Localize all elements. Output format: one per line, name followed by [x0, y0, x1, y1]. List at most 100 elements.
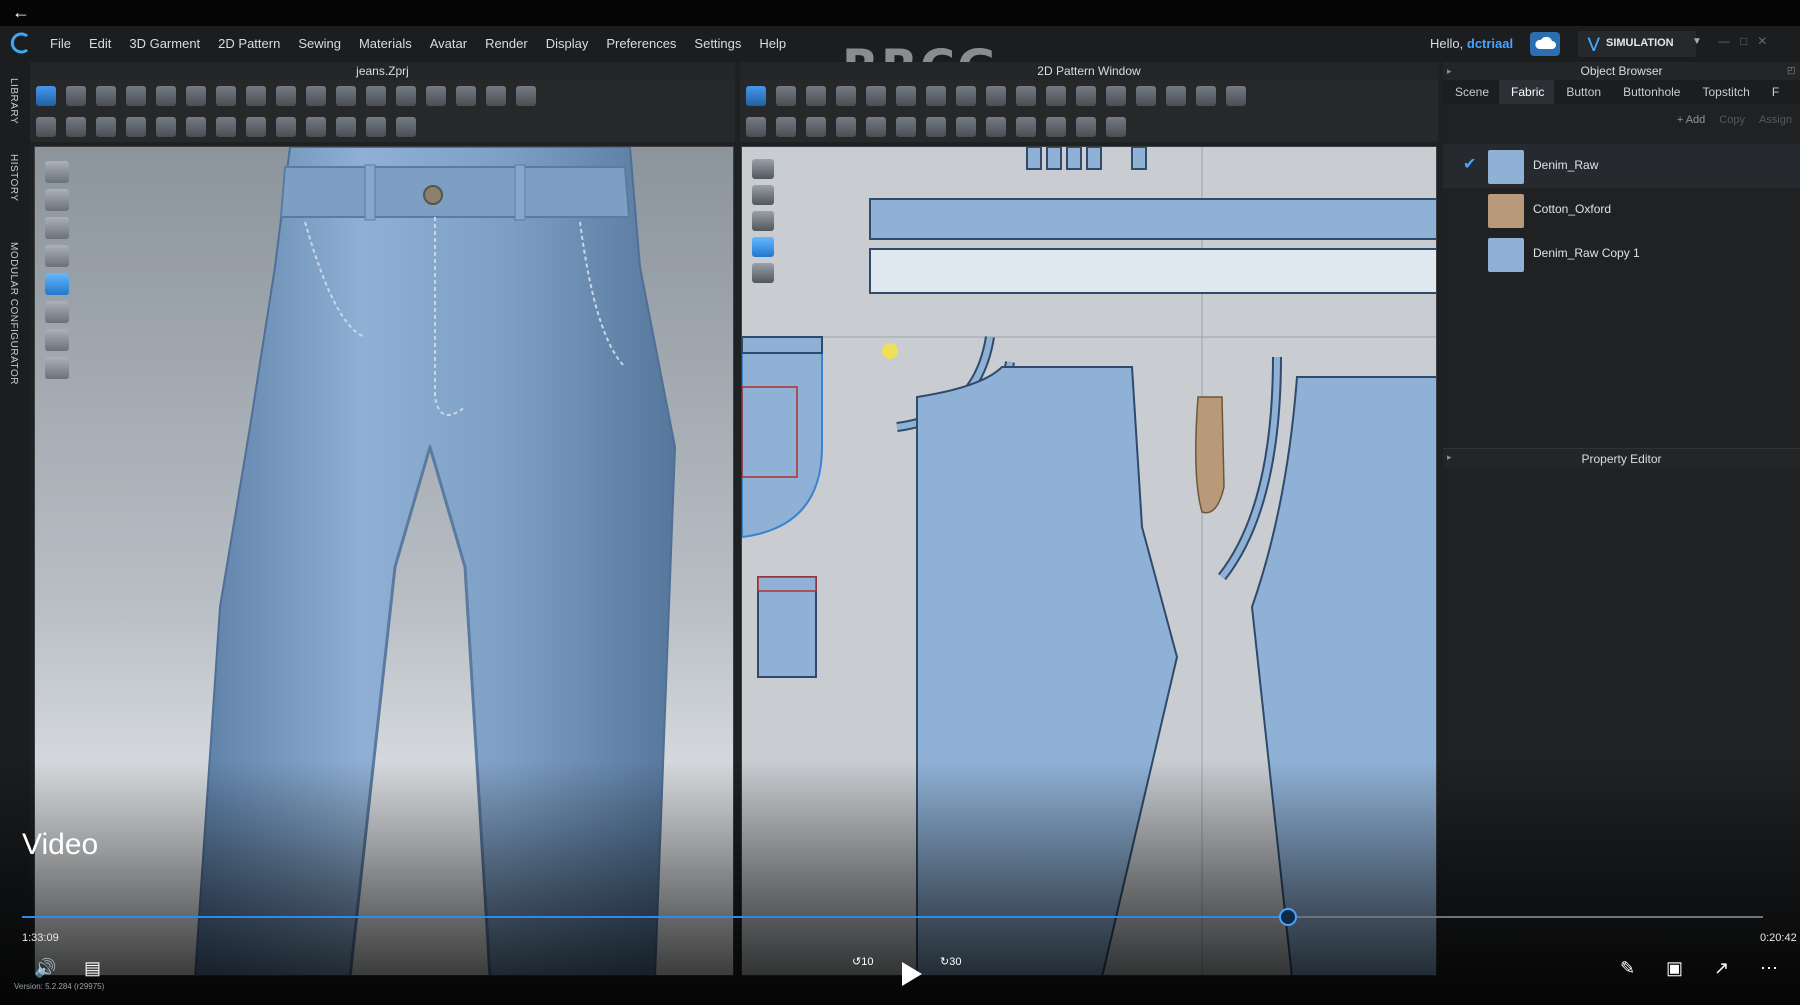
free-sewing-2d-icon[interactable] [776, 116, 796, 137]
trim-icon[interactable] [426, 85, 446, 106]
tack-icon[interactable] [186, 85, 206, 106]
menu-edit[interactable]: Edit [89, 36, 111, 51]
pose-icon[interactable] [276, 116, 296, 137]
fabric-item-denim-raw[interactable]: ✔ Denim_Raw [1443, 144, 1800, 188]
tab-more[interactable]: F [1760, 80, 1789, 104]
measure-2d-icon[interactable] [1106, 116, 1126, 137]
edit-texture-2d-icon[interactable] [1196, 85, 1216, 106]
cloud-button[interactable] [1530, 32, 1560, 56]
miniplayer-icon[interactable]: ▣ [1666, 958, 1683, 979]
zipper-icon[interactable] [366, 85, 386, 106]
pattern-sewing-view-icon[interactable] [752, 263, 774, 283]
menu-settings[interactable]: Settings [694, 36, 741, 51]
skip-forward-button[interactable]: ↻30 [940, 955, 961, 968]
flatten-icon[interactable] [186, 116, 206, 137]
edit-curvature-icon[interactable] [806, 85, 826, 106]
segment-sewing-icon[interactable] [216, 85, 236, 106]
seam-allowance-icon[interactable] [1076, 85, 1096, 106]
tab-library[interactable]: LIBRARY [8, 78, 19, 124]
tab-modular-configurator[interactable]: MODULAR CONFIGURATOR [8, 242, 19, 385]
topstitch-icon[interactable] [986, 116, 1006, 137]
tab-scene[interactable]: Scene [1443, 80, 1499, 104]
texture-edit-icon[interactable] [486, 85, 506, 106]
strengthen-icon[interactable] [36, 116, 56, 137]
polygon-icon[interactable] [836, 85, 856, 106]
elastic-icon[interactable] [926, 116, 946, 137]
tuck-icon[interactable] [866, 116, 886, 137]
button-tool-icon[interactable] [396, 85, 416, 106]
close-icon[interactable]: ✕ [1757, 34, 1767, 48]
fabric-weight-icon[interactable] [336, 116, 356, 137]
menu-display[interactable]: Display [546, 36, 589, 51]
edit-sewing-icon[interactable] [896, 116, 916, 137]
pattern-info-icon[interactable] [752, 211, 774, 231]
segment-sewing-2d-icon[interactable] [746, 116, 766, 137]
pattern-texture-icon[interactable] [752, 237, 774, 257]
transform-icon[interactable] [96, 85, 116, 106]
grading-icon[interactable] [1166, 85, 1186, 106]
notch-icon[interactable] [1046, 85, 1066, 106]
drape-icon[interactable] [246, 116, 266, 137]
pen-icon[interactable]: ✎ [1620, 958, 1635, 979]
simulation-dropdown-icon[interactable]: ▼ [1692, 36, 1702, 47]
menu-materials[interactable]: Materials [359, 36, 412, 51]
pattern-grid-icon[interactable] [752, 185, 774, 205]
exit-fullscreen-icon[interactable]: ↗ [1714, 958, 1729, 979]
select-mesh-icon[interactable] [36, 85, 56, 106]
m-n-sewing-icon[interactable] [806, 116, 826, 137]
volume-icon[interactable]: 🔊 [34, 958, 56, 979]
captions-icon[interactable]: ▤ [84, 958, 101, 979]
assign-fabric-button[interactable]: Assign [1759, 114, 1792, 126]
menu-render[interactable]: Render [485, 36, 528, 51]
copy-fabric-button[interactable]: Copy [1719, 114, 1745, 126]
internal-line-icon[interactable] [926, 85, 946, 106]
panel-float-icon[interactable]: ◰ [1787, 65, 1796, 76]
pin-2d-icon[interactable] [1226, 85, 1246, 106]
measure-icon[interactable] [456, 85, 476, 106]
lasso-icon[interactable] [516, 85, 536, 106]
pen-3d-icon[interactable] [96, 116, 116, 137]
tab-fabric[interactable]: Fabric [1499, 80, 1555, 104]
menu-preferences[interactable]: Preferences [606, 36, 676, 51]
menu-avatar[interactable]: Avatar [430, 36, 467, 51]
transform-pattern-icon[interactable] [746, 85, 766, 106]
more-options-icon[interactable]: ⋯ [1760, 958, 1778, 979]
fabric-item-denim-raw-copy[interactable]: Denim_Raw Copy 1 [1443, 232, 1800, 276]
layer-icon[interactable] [366, 116, 386, 137]
minimize-icon[interactable]: — [1718, 34, 1730, 48]
garment-fit-icon[interactable] [306, 85, 326, 106]
skip-back-button[interactable]: ↺10 [852, 955, 873, 968]
shirring-icon[interactable] [66, 116, 86, 137]
check-sewing-icon[interactable] [836, 116, 856, 137]
unfold-icon[interactable] [1016, 85, 1036, 106]
free-topstitch-icon[interactable] [1046, 116, 1066, 137]
edit-pattern-icon[interactable] [776, 85, 796, 106]
pattern-view-icon[interactable] [752, 159, 774, 179]
text-icon[interactable] [1106, 85, 1126, 106]
property-editor-collapse-icon[interactable]: ▸ [1447, 452, 1452, 463]
menu-2d-pattern[interactable]: 2D Pattern [218, 36, 280, 51]
circle-icon[interactable] [896, 85, 916, 106]
free-sewing-icon[interactable] [246, 85, 266, 106]
panel-collapse-icon[interactable]: ▸ [1447, 66, 1452, 77]
tab-topstitch[interactable]: Topstitch [1690, 80, 1759, 104]
arrangement-icon[interactable] [276, 85, 296, 106]
fold-icon[interactable] [126, 85, 146, 106]
segment-topstitch-icon[interactable] [1016, 116, 1036, 137]
move-icon[interactable] [66, 85, 86, 106]
tab-history[interactable]: HISTORY [8, 154, 19, 202]
shirring-2d-icon[interactable] [956, 116, 976, 137]
dart-icon[interactable] [956, 85, 976, 106]
trace-icon[interactable] [986, 85, 1006, 106]
menu-3d-garment[interactable]: 3D Garment [129, 36, 200, 51]
maximize-icon[interactable]: □ [1740, 34, 1747, 48]
simulation-button[interactable]: ⋁ SIMULATION [1578, 31, 1696, 57]
username[interactable]: dctriaal [1467, 36, 1513, 51]
steam-icon[interactable] [336, 85, 356, 106]
puckering-2d-icon[interactable] [1076, 116, 1096, 137]
menu-sewing[interactable]: Sewing [298, 36, 341, 51]
add-fabric-button[interactable]: + Add [1677, 114, 1705, 126]
pin-icon[interactable] [156, 85, 176, 106]
puckering-icon[interactable] [396, 116, 416, 137]
smooth-icon[interactable] [216, 116, 236, 137]
